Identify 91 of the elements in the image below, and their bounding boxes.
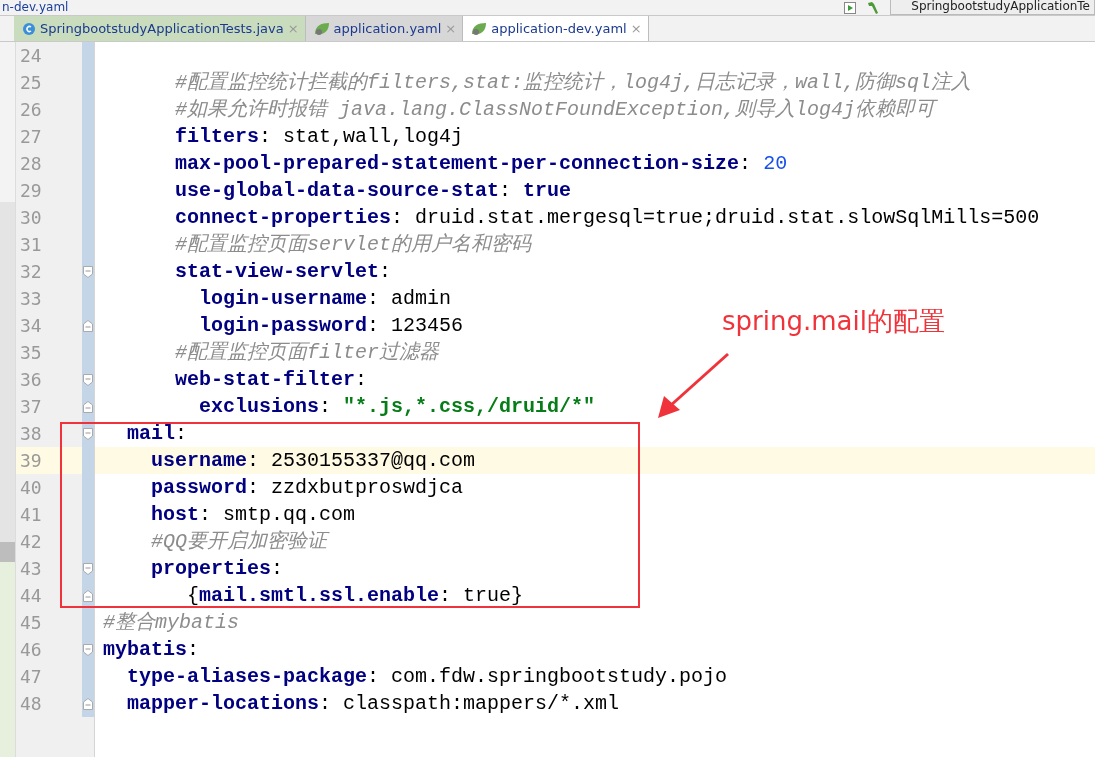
code-text: : com.fdw.springbootstudy.pojo	[367, 665, 728, 688]
fold-icon[interactable]	[83, 589, 93, 602]
fold-icon[interactable]	[83, 373, 93, 386]
fold-icon[interactable]	[83, 562, 93, 575]
code-text: :	[739, 152, 753, 175]
fold-icon[interactable]	[83, 643, 93, 656]
yaml-key: host	[151, 503, 200, 526]
code-text: :	[271, 557, 284, 580]
line-number: 46	[20, 639, 42, 660]
line-number: 27	[20, 126, 42, 147]
line-number: 38	[20, 423, 42, 444]
editor-tab[interactable]: application.yaml ×	[305, 16, 464, 41]
hammer-icon[interactable]	[866, 0, 881, 15]
yaml-key: mail.smtl.ssl.enable	[199, 584, 440, 607]
fold-icon[interactable]	[83, 400, 93, 413]
yaml-key: login-password	[199, 314, 368, 337]
code-text: : stat,wall,log4j	[259, 125, 464, 148]
line-number: 39	[20, 450, 42, 471]
yaml-key: stat-view-servlet	[175, 260, 380, 283]
code-text: {	[187, 584, 200, 607]
line-number: 31	[20, 234, 42, 255]
code-text: : zzdxbutproswdjca	[247, 476, 464, 499]
code-comment: #配置监控统计拦截的filters,stat:监控统计，log4j,日志记录，wall,防御sql注入	[175, 71, 972, 94]
fold-icon[interactable]	[83, 697, 93, 710]
line-number: 33	[20, 288, 42, 309]
code-text: :	[175, 422, 188, 445]
yaml-key: exclusions	[199, 395, 320, 418]
line-number: 25	[20, 72, 42, 93]
yaml-key: use-global-data-source-stat	[175, 179, 500, 202]
code-comment: #QQ要开启加密验证	[151, 530, 328, 553]
keyword-value: true	[523, 179, 572, 202]
class-icon	[22, 21, 36, 36]
number-value: 20	[763, 152, 788, 175]
annotation-text: spring.mail的配置	[722, 305, 945, 338]
line-number: 48	[20, 693, 42, 714]
line-number: 26	[20, 99, 42, 120]
line-number: 40	[20, 477, 42, 498]
line-number: 34	[20, 315, 42, 336]
line-number: 42	[20, 531, 42, 552]
yaml-key: username	[151, 449, 248, 472]
editor-tab[interactable]: SpringbootstudyApplicationTests.java ×	[14, 16, 306, 41]
code-text: :	[187, 638, 200, 661]
code-text: : classpath:mappers/*.xml	[319, 692, 620, 715]
yaml-key: mybatis	[103, 638, 187, 661]
code-comment: #如果允许时报错 java.lang.ClassNotFoundException,则导入log4j依赖即可	[175, 98, 936, 121]
line-number: 37	[20, 396, 42, 417]
yaml-key: max-pool-prepared-statement-per-connection-size	[175, 152, 740, 175]
line-number: 29	[20, 180, 42, 201]
code-text: : true}	[439, 584, 524, 607]
code-text: : smtp.qq.com	[199, 503, 356, 526]
line-number: 41	[20, 504, 42, 525]
line-number: 24	[20, 45, 42, 66]
code-text: : admin	[367, 287, 452, 310]
yaml-key: password	[151, 476, 248, 499]
line-number: 35	[20, 342, 42, 363]
editor-tab[interactable]: application-dev.yaml ×	[463, 16, 649, 41]
code-text: :	[499, 179, 513, 202]
fold-icon[interactable]	[83, 427, 93, 440]
yaml-key: web-stat-filter	[175, 368, 356, 391]
line-number: 36	[20, 369, 42, 390]
line-number: 43	[20, 558, 42, 579]
leaf-icon	[313, 21, 330, 36]
line-number: 32	[20, 261, 42, 282]
line-number: 45	[20, 612, 42, 633]
leaf-icon	[471, 21, 488, 36]
fold-icon[interactable]	[83, 265, 93, 278]
code-text: : 123456	[367, 314, 464, 337]
run-icon[interactable]	[844, 1, 857, 14]
run-configuration[interactable]: SpringbootstudyApplicationTe	[890, 0, 1095, 15]
yaml-key: mail	[127, 422, 176, 445]
line-number: 28	[20, 153, 42, 174]
yaml-key: mapper-locations	[127, 692, 320, 715]
file-path[interactable]: n-dev.yaml	[2, 0, 69, 15]
yaml-key: properties	[151, 557, 272, 580]
code-comment: #配置监控页面filter过滤器	[175, 341, 440, 364]
code-text: :	[379, 260, 392, 283]
yaml-key: login-username	[199, 287, 368, 310]
code-comment: #整合mybatis	[103, 611, 239, 634]
line-number: 30	[20, 207, 42, 228]
yaml-key: type-aliases-package	[127, 665, 368, 688]
code-text: :	[319, 395, 333, 418]
string-value: "*.js,*.css,/druid/*"	[343, 395, 596, 418]
code-text: : druid.stat.mergesql=true;druid.stat.slowSqlMills=500	[391, 206, 1040, 229]
yaml-key: connect-properties	[175, 206, 392, 229]
code-text: : 2530155337@qq.com	[247, 449, 476, 472]
fold-icon[interactable]	[83, 319, 93, 332]
yaml-key: filters	[175, 125, 260, 148]
code-text: :	[355, 368, 368, 391]
line-number: 44	[20, 585, 42, 606]
line-number: 47	[20, 666, 42, 687]
code-comment: #配置监控页面servlet的用户名和密码	[175, 233, 532, 256]
